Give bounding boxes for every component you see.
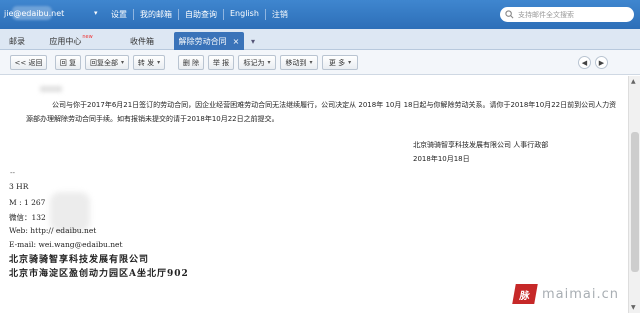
message-body: 公司与你于2017年6月21日签订的劳动合同，因企业经营困难劳动合同无法继续履行… <box>0 76 628 313</box>
scroll-thumb[interactable] <box>631 132 639 272</box>
forward-button[interactable]: 转 发 ▾ <box>133 55 165 70</box>
prev-message-icon[interactable]: ◀ <box>578 56 591 69</box>
move-to-button[interactable]: 移动到 ▾ <box>280 55 318 70</box>
reply-button[interactable]: 回 复 <box>55 55 81 70</box>
tab-app-center-label: 应用中心 <box>49 36 82 46</box>
tab-overflow-icon[interactable]: ▾ <box>246 34 260 48</box>
search-placeholder: 支持邮件全文搜索 <box>518 10 574 19</box>
report-button[interactable]: 举 报 <box>208 55 234 70</box>
tab-inbox[interactable]: 收件箱 <box>112 32 172 50</box>
new-badge: new <box>82 34 93 40</box>
top-bar: jie@edaibu.net ▾ 设置 我的邮箱 自助查询 English 注销… <box>0 0 640 29</box>
next-message-icon[interactable]: ▶ <box>595 56 608 69</box>
card-line-company: 北京骑骑智享科技发展有限公司 <box>9 255 150 265</box>
message-paragraph: 公司与你于2017年6月21日签订的劳动合同，因企业经营困难劳动合同无法继续履行… <box>26 98 622 126</box>
more-button[interactable]: 更 多 ▾ <box>322 55 358 70</box>
card-line-name: 3 HR <box>9 182 29 191</box>
my-mailbox-link[interactable]: 我的邮箱 <box>133 9 178 20</box>
card-line-web[interactable]: Web: http:// edaibu.net <box>9 226 96 235</box>
chevron-down-icon: ▾ <box>309 59 313 66</box>
signature-company: 北京骑骑智享科技发展有限公司 人事行政部 <box>413 141 549 149</box>
chevron-down-icon: ▾ <box>348 59 352 66</box>
card-line-mobile: M : 1 267 <box>9 198 46 207</box>
self-service-link[interactable]: 自助查询 <box>178 9 223 20</box>
tab-contacts-label: 邮录 <box>9 36 25 46</box>
tab-contacts[interactable]: 邮录 <box>0 32 34 50</box>
tab-current-message[interactable]: 解除劳动合同 × <box>174 32 244 50</box>
mark-as-label: 标记为 <box>243 58 265 67</box>
greeting-redaction <box>40 86 62 92</box>
card-line-email[interactable]: E-mail: wei.wang@edaibu.net <box>9 240 123 249</box>
reply-all-label: 回复全部 <box>89 58 118 67</box>
top-links: 设置 我的邮箱 自助查询 English 注销 <box>105 9 294 20</box>
chevron-down-icon: ▾ <box>120 59 124 66</box>
tab-app-center[interactable]: 应用中心 new <box>40 32 102 50</box>
tab-current-message-label: 解除劳动合同 <box>178 36 227 46</box>
mark-as-button[interactable]: 标记为 ▾ <box>238 55 276 70</box>
settings-link[interactable]: 设置 <box>105 9 133 20</box>
account-email[interactable]: jie@edaibu.net <box>4 9 64 18</box>
account-dropdown-icon[interactable]: ▾ <box>94 9 98 17</box>
card-line-address: 北京市海淀区盈创动力园区A坐北厅902 <box>9 269 189 279</box>
watermark: 脉 maimai.cn <box>512 284 620 304</box>
vertical-scrollbar[interactable]: ▲ ▼ <box>628 76 640 313</box>
delete-button[interactable]: 删 除 <box>178 55 204 70</box>
search-icon[interactable] <box>505 10 514 19</box>
forward-label: 转 发 <box>137 58 155 67</box>
watermark-text: maimai.cn <box>542 286 620 302</box>
close-tab-icon[interactable]: × <box>233 37 240 46</box>
separator: -- <box>10 169 16 177</box>
signature-date: 2018年10月18日 <box>413 155 470 163</box>
reply-all-button[interactable]: 回复全部 ▾ <box>85 55 129 70</box>
message-text: 公司与你于2017年6月21日签订的劳动合同，因企业经营困难劳动合同无法继续履行… <box>26 101 617 123</box>
tab-bar: 邮录 应用中心 new 收件箱 解除劳动合同 × ▾ <box>0 29 640 50</box>
card-line-wechat: 微信：132 <box>9 213 46 222</box>
scroll-down-icon[interactable]: ▼ <box>631 304 636 311</box>
more-label: 更 多 <box>328 58 346 67</box>
maimai-logo-icon: 脉 <box>512 284 538 304</box>
scroll-up-icon[interactable]: ▲ <box>631 78 636 85</box>
english-link[interactable]: English <box>223 9 265 20</box>
move-to-label: 移动到 <box>285 58 307 67</box>
search-box[interactable]: 支持邮件全文搜索 <box>500 7 634 22</box>
mail-toolbar: << 返回 回 复 回复全部 ▾ 转 发 ▾ 删 除 举 报 标记为 ▾ 移动到 ▾ 更… <box>0 50 640 75</box>
logout-link[interactable]: 注销 <box>264 9 294 20</box>
chevron-down-icon: ▾ <box>157 59 161 66</box>
tab-inbox-label: 收件箱 <box>130 36 154 46</box>
chevron-down-icon: ▾ <box>267 59 271 66</box>
back-button[interactable]: << 返回 <box>10 55 47 70</box>
